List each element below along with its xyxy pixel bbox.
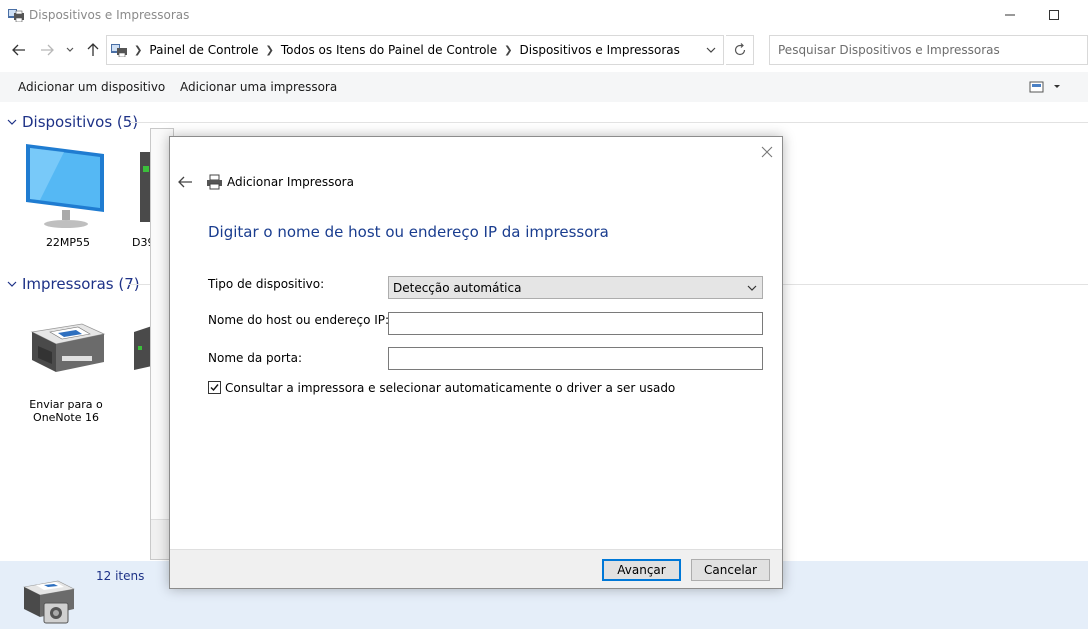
device-type-value: Detecção automática bbox=[393, 281, 522, 295]
item-count: 12 itens bbox=[96, 569, 145, 583]
chevron-down-icon bbox=[747, 285, 757, 291]
printer-icon[interactable] bbox=[22, 322, 108, 376]
breadcrumb: ❯ Painel de Controle ❯ Todos os Itens do… bbox=[111, 43, 680, 57]
search-box[interactable] bbox=[769, 35, 1088, 65]
add-device-button[interactable]: Adicionar um dispositivo bbox=[18, 80, 165, 94]
host-field[interactable] bbox=[388, 312, 763, 335]
dialog-title: Adicionar Impressora bbox=[227, 175, 354, 189]
add-printer-dialog: Adicionar Impressora Digitar o nome de h… bbox=[169, 136, 783, 589]
port-input[interactable] bbox=[389, 348, 762, 369]
change-view-icon[interactable] bbox=[1028, 80, 1068, 94]
maximize-button[interactable] bbox=[1034, 4, 1074, 26]
auto-driver-checkbox[interactable] bbox=[208, 381, 221, 394]
minimize-button[interactable] bbox=[990, 4, 1030, 26]
back-arrow-icon bbox=[12, 44, 25, 56]
refresh-icon bbox=[734, 43, 745, 56]
cancel-button[interactable]: Cancelar bbox=[691, 559, 770, 581]
printers-group-header[interactable]: Impressoras (7) bbox=[6, 275, 140, 293]
command-bar: Adicionar um dispositivo Adicionar uma i… bbox=[0, 72, 1088, 102]
devices-group-header[interactable]: Dispositivos (5) bbox=[6, 113, 138, 131]
window-title: Dispositivos e Impressoras bbox=[29, 8, 190, 22]
breadcrumb-all-items[interactable]: Todos os Itens do Painel de Controle bbox=[281, 43, 497, 57]
breadcrumb-separator-icon: ❯ bbox=[265, 44, 274, 56]
dialog-footer: Avançar Cancelar bbox=[170, 549, 782, 588]
forward-arrow-icon bbox=[41, 44, 54, 56]
up-arrow-icon bbox=[87, 43, 99, 56]
devices-printers-app-icon bbox=[8, 9, 24, 22]
control-panel-icon bbox=[111, 44, 127, 57]
printers-group-label: Impressoras (7) bbox=[22, 275, 140, 293]
chevron-down-icon bbox=[7, 119, 17, 125]
breadcrumb-separator-icon: ❯ bbox=[504, 44, 513, 56]
chevron-down-icon bbox=[7, 281, 17, 287]
address-dropdown-icon[interactable] bbox=[705, 44, 717, 56]
host-input[interactable] bbox=[389, 313, 762, 334]
dialog-heading: Digitar o nome de host ou endereço IP da… bbox=[208, 223, 609, 241]
device-label-22mp55: 22MP55 bbox=[45, 236, 91, 249]
search-input[interactable] bbox=[770, 36, 1087, 64]
device-type-select[interactable]: Detecção automática bbox=[388, 276, 763, 299]
back-button[interactable] bbox=[8, 39, 30, 61]
devices-printers-status-icon bbox=[23, 580, 75, 624]
port-label: Nome da porta: bbox=[208, 351, 302, 365]
group-divider bbox=[130, 122, 1088, 123]
address-bar[interactable]: ❯ Painel de Controle ❯ Todos os Itens do… bbox=[106, 35, 724, 65]
host-label: Nome do host ou endereço IP: bbox=[208, 313, 390, 327]
maximize-icon bbox=[1049, 10, 1059, 20]
recent-locations-button[interactable] bbox=[62, 39, 78, 61]
port-field[interactable] bbox=[388, 347, 763, 370]
monitor-icon[interactable] bbox=[24, 142, 108, 232]
devices-group-label: Dispositivos (5) bbox=[22, 113, 139, 131]
chevron-down-icon bbox=[66, 47, 74, 52]
back-arrow-icon[interactable] bbox=[177, 175, 193, 189]
breadcrumb-separator-icon: ❯ bbox=[134, 44, 143, 56]
printer-icon bbox=[207, 174, 222, 190]
close-icon[interactable] bbox=[760, 145, 774, 159]
minimize-icon bbox=[1005, 14, 1015, 16]
title-bar: Dispositivos e Impressoras bbox=[0, 0, 1088, 31]
next-button[interactable]: Avançar bbox=[602, 559, 681, 581]
printer-label-onenote: Enviar para o OneNote 16 bbox=[29, 398, 103, 424]
device-type-label: Tipo de dispositivo: bbox=[208, 277, 325, 291]
checkmark-icon bbox=[210, 384, 219, 392]
forward-button[interactable] bbox=[36, 39, 58, 61]
breadcrumb-devices-printers[interactable]: Dispositivos e Impressoras bbox=[520, 43, 680, 57]
breadcrumb-control-panel[interactable]: Painel de Controle bbox=[149, 43, 258, 57]
up-button[interactable] bbox=[82, 39, 104, 61]
auto-driver-label[interactable]: Consultar a impressora e selecionar auto… bbox=[225, 381, 675, 395]
navigation-bar: ❯ Painel de Controle ❯ Todos os Itens do… bbox=[0, 33, 1088, 67]
add-printer-button[interactable]: Adicionar uma impressora bbox=[180, 80, 337, 94]
refresh-button[interactable] bbox=[726, 35, 754, 65]
